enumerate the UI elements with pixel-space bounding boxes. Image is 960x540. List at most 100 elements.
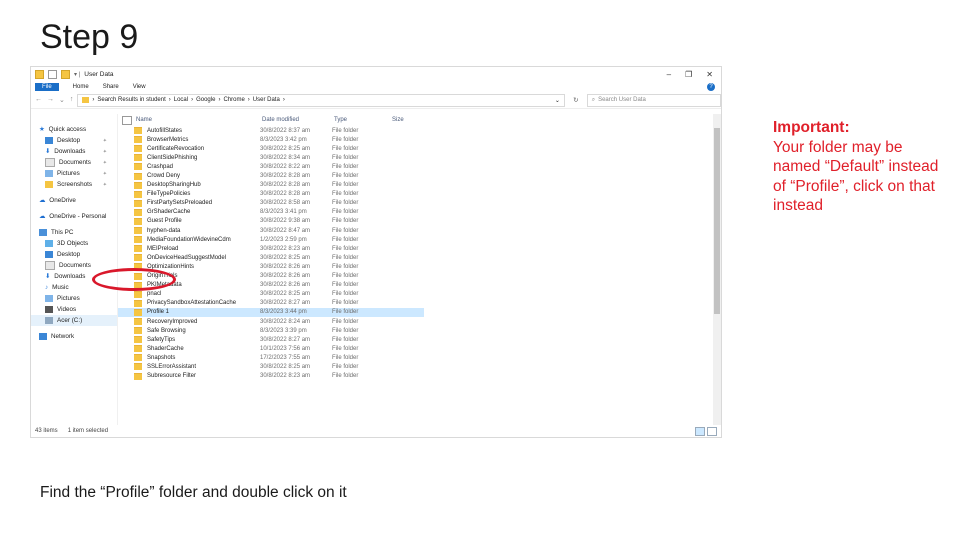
file-row[interactable]: Profile 1 8/3/2023 3:44 pm File folder [118, 307, 424, 317]
nav-quick-access[interactable]: ★ Quick access [31, 124, 117, 135]
file-name-cell: GrShaderCache [134, 208, 260, 216]
address-bar[interactable]: › Search Results in student › Local › Go… [77, 93, 565, 107]
folder-icon [134, 145, 142, 153]
file-date: 30/8/2022 8:23 am [260, 373, 311, 380]
file-row[interactable]: AutofillStates 30/8/2022 8:37 am File fold… [118, 126, 424, 135]
nav-acer-drive[interactable]: Acer (C:) [31, 315, 117, 326]
nav-downloads[interactable]: ⬇ Downloads ✦ [31, 146, 117, 157]
chevron-down-icon[interactable]: ⌄ [555, 97, 560, 104]
scrollbar-thumb[interactable] [714, 128, 720, 314]
nav-desktop[interactable]: Desktop ✦ [31, 135, 117, 146]
breadcrumb-user-data[interactable]: User Data [253, 97, 280, 103]
file-row[interactable]: MEIPreload 30/8/2022 8:23 am File folder [118, 244, 424, 253]
recent-locations-icon[interactable]: ⌄ [59, 96, 65, 104]
file-row[interactable]: Crowd Deny 30/8/2022 8:28 am File folder [118, 171, 424, 180]
file-type: File folder [332, 191, 359, 198]
file-date: 8/3/2023 3:44 pm [260, 309, 307, 316]
nav-videos[interactable]: Videos [31, 304, 117, 315]
file-row[interactable]: ShaderCache 10/1/2023 7:56 am File folder [118, 344, 424, 353]
file-row[interactable]: PrivacySandboxAttestationCache 30/8/2022 … [118, 299, 424, 308]
file-row[interactable]: OnDeviceHeadSuggestModel 30/8/2022 8:25 a… [118, 253, 424, 262]
search-placeholder: Search User Data [598, 97, 646, 103]
file-row[interactable]: Safe Browsing 8/3/2023 3:39 pm File folder [118, 326, 424, 335]
nav-pc-desktop[interactable]: Desktop [31, 249, 117, 260]
folder-icon [45, 181, 53, 188]
folder-icon [134, 363, 142, 371]
nav-pictures[interactable]: Pictures ✦ [31, 168, 117, 179]
refresh-icon[interactable]: ↻ [569, 96, 583, 104]
file-type: File folder [332, 291, 359, 298]
file-name: FirstPartySetsPreloaded [147, 200, 213, 207]
search-icon: ⌕ [591, 96, 596, 103]
file-row[interactable]: FileTypePolicies 30/8/2022 8:28 am File fo… [118, 190, 424, 199]
file-row[interactable]: DesktopSharingHub 30/8/2022 8:28 am File f… [118, 181, 424, 190]
help-icon[interactable]: ? [707, 82, 715, 91]
new-folder-icon[interactable] [61, 69, 70, 79]
file-type: File folder [332, 336, 359, 343]
up-icon[interactable]: ↑ [70, 96, 74, 104]
cloud-icon: ☁ [39, 213, 46, 220]
breadcrumb-search-results[interactable]: Search Results in student [97, 97, 165, 103]
properties-icon[interactable] [48, 69, 57, 79]
file-row[interactable]: hyphen-data 30/8/2022 8:47 am File folder [118, 226, 424, 235]
minimize-button[interactable]: – [667, 70, 671, 79]
file-row[interactable]: FirstPartySetsPreloaded 30/8/2022 8:58 am… [118, 199, 424, 208]
nav-pc-pictures[interactable]: Pictures [31, 293, 117, 304]
file-row[interactable]: Guest Profile 30/8/2022 9:38 am File folde… [118, 217, 424, 226]
tab-home[interactable]: Home [73, 84, 89, 90]
folder-icon [134, 308, 142, 316]
select-all-checkbox[interactable] [122, 115, 132, 125]
file-row[interactable]: RecoveryImproved 30/8/2022 8:24 am File fo… [118, 317, 424, 326]
file-row[interactable]: Snapshots 17/2/2023 7:55 am File folder [118, 353, 424, 362]
breadcrumb-local[interactable]: Local [174, 97, 188, 103]
breadcrumb-chrome[interactable]: Chrome [223, 97, 244, 103]
file-row[interactable]: GrShaderCache 8/3/2023 3:41 pm File folder [118, 208, 424, 217]
nav-3d-objects[interactable]: 3D Objects [31, 238, 117, 249]
back-icon[interactable]: ← [35, 96, 42, 104]
file-row[interactable]: Crashpad 30/8/2022 8:22 am File folder [118, 162, 424, 171]
file-row[interactable]: SafetyTips 30/8/2022 8:27 am File folder [118, 335, 424, 344]
column-type[interactable]: Type [334, 117, 392, 123]
maximize-button[interactable]: ❐ [685, 70, 692, 79]
file-row[interactable]: ClientSidePhishing 30/8/2022 8:34 am File … [118, 153, 424, 162]
file-row[interactable]: pnacl 30/8/2022 8:25 am File folder [118, 290, 424, 299]
tab-view[interactable]: View [133, 84, 146, 90]
details-view-icon[interactable] [695, 426, 705, 436]
tab-share[interactable]: Share [103, 84, 119, 90]
file-date: 30/8/2022 8:24 am [260, 318, 311, 325]
file-name-cell: FirstPartySetsPreloaded [134, 199, 260, 207]
file-date: 30/8/2022 8:27 am [260, 336, 311, 343]
nav-screenshots[interactable]: Screenshots ✦ [31, 179, 117, 190]
nav-this-pc[interactable]: This PC [31, 227, 117, 238]
file-date: 30/8/2022 8:37 am [260, 127, 311, 134]
file-row[interactable]: MediaFoundationWidevineCdm 1/2/2023 2:59 … [118, 235, 424, 244]
search-input[interactable]: ⌕ Search User Data [586, 93, 721, 107]
file-name: Crashpad [147, 163, 174, 170]
nav-pc-documents[interactable]: Documents [31, 260, 117, 271]
column-date-modified[interactable]: Date modified [262, 117, 334, 123]
file-date: 30/8/2022 8:47 am [260, 227, 311, 234]
file-row[interactable]: BrowserMetrics 8/3/2023 3:42 pm File folde… [118, 135, 424, 144]
nav-documents[interactable]: Documents ✦ [31, 157, 117, 168]
large-icons-view-icon[interactable] [707, 426, 717, 436]
customize-toolbar-icon[interactable]: ▾ | [74, 71, 80, 78]
chevron-right-icon: › [247, 97, 250, 103]
file-row[interactable]: Subresource Filter 30/8/2022 8:23 am File … [118, 372, 424, 381]
nav-onedrive[interactable]: ☁ OneDrive [31, 195, 117, 206]
forward-icon[interactable]: → [47, 96, 54, 104]
file-row[interactable]: SSLErrorAssistant 30/8/2022 8:25 am File f… [118, 362, 424, 371]
file-name-cell: SSLErrorAssistant [134, 363, 260, 371]
file-type: File folder [332, 354, 359, 361]
file-name: Snapshots [147, 354, 176, 361]
column-name[interactable]: Name [136, 117, 262, 123]
nav-onedrive-personal[interactable]: ☁ OneDrive - Personal [31, 211, 117, 222]
file-row[interactable]: CertificateRevocation 30/8/2022 8:25 am Fi… [118, 144, 424, 153]
file-name-cell: Safe Browsing [134, 327, 260, 335]
column-size[interactable]: Size [392, 117, 428, 123]
vertical-scrollbar[interactable] [713, 114, 721, 425]
tab-file[interactable]: File [35, 82, 59, 91]
nav-network[interactable]: Network [31, 331, 117, 342]
breadcrumb-google[interactable]: Google [196, 97, 215, 103]
close-button[interactable]: ✕ [706, 70, 713, 79]
file-row[interactable]: OptimizationHints 30/8/2022 8:26 am File f… [118, 262, 424, 271]
